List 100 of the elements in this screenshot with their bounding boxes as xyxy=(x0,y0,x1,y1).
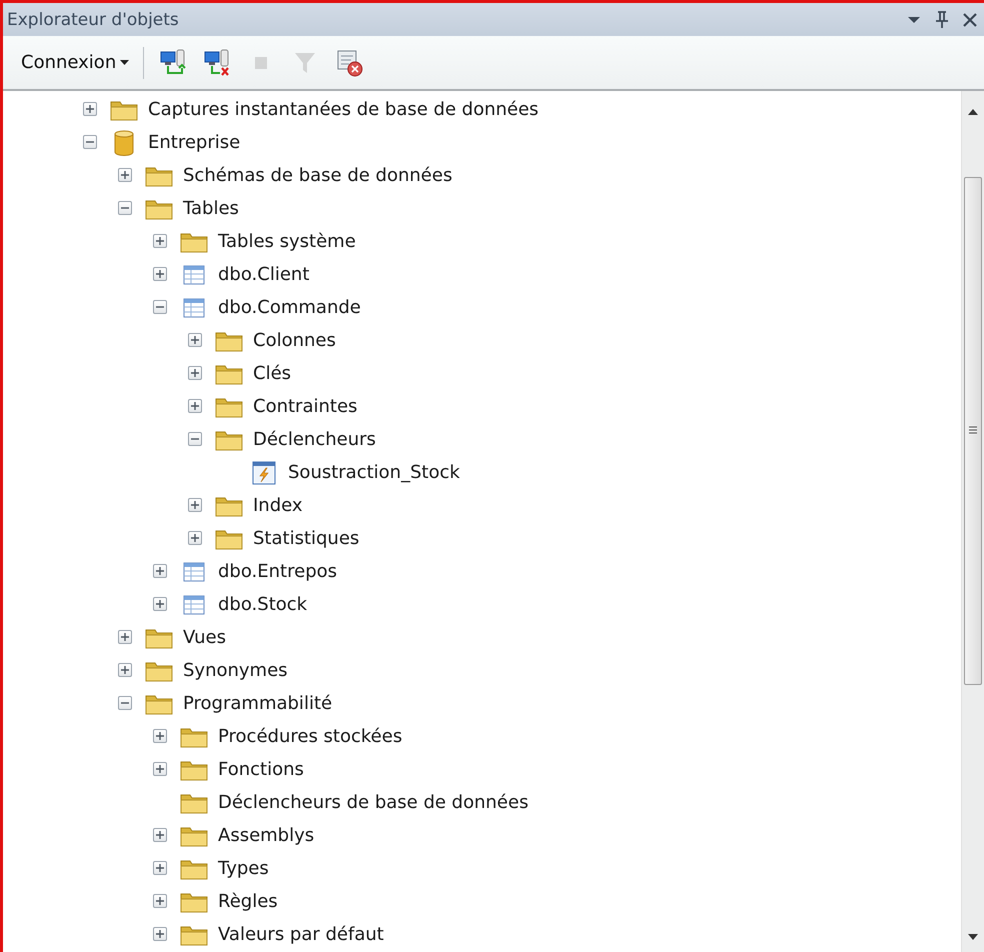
disconnect-icon xyxy=(203,48,232,76)
plus-icon xyxy=(121,666,129,674)
tree-item-label[interactable]: Statistiques xyxy=(250,527,362,550)
plus-icon xyxy=(156,600,164,608)
tree-item-label[interactable]: Synonymes xyxy=(180,659,291,682)
expand-toggle[interactable] xyxy=(153,926,167,940)
tree-item-label[interactable]: Soustraction_Stock xyxy=(285,461,463,484)
table-icon xyxy=(183,264,205,284)
collapse-toggle[interactable] xyxy=(83,134,97,148)
expand-toggle[interactable] xyxy=(118,168,132,182)
collapse-toggle[interactable] xyxy=(118,696,132,710)
expand-toggle[interactable] xyxy=(153,234,167,248)
folder-icon xyxy=(180,230,208,252)
folder-icon xyxy=(215,428,243,450)
caret-icon xyxy=(120,60,130,66)
expand-toggle[interactable] xyxy=(153,860,167,874)
folder-icon xyxy=(145,660,173,682)
collapse-toggle[interactable] xyxy=(188,432,202,446)
tree-item-label[interactable]: dbo.Stock xyxy=(215,593,310,616)
expand-toggle[interactable] xyxy=(153,596,167,610)
tree-item-label[interactable]: Captures instantanées de base de données xyxy=(145,98,542,121)
tree-item-label[interactable]: Déclencheurs xyxy=(250,428,379,451)
expand-toggle[interactable] xyxy=(153,564,167,578)
plus-icon xyxy=(191,368,199,376)
stop-icon xyxy=(254,56,268,70)
tree-item-label[interactable]: Assemblys xyxy=(215,824,318,847)
database-icon xyxy=(114,130,134,156)
connect-icon xyxy=(159,48,188,76)
folder-icon xyxy=(215,330,243,352)
folder-icon xyxy=(180,824,208,846)
folder-icon xyxy=(145,198,173,220)
plus-icon xyxy=(191,402,199,410)
expand-toggle[interactable] xyxy=(188,366,202,380)
folder-icon xyxy=(180,758,208,780)
folder-icon xyxy=(145,164,173,186)
plus-icon xyxy=(121,170,129,178)
folder-icon xyxy=(145,626,173,648)
tree-item-label[interactable]: dbo.Client xyxy=(215,263,312,286)
expand-toggle[interactable] xyxy=(118,662,132,676)
tree-item-label[interactable]: Schémas de base de données xyxy=(180,164,456,187)
expand-toggle[interactable] xyxy=(188,332,202,346)
vertical-scrollbar[interactable] xyxy=(961,91,984,952)
folder-icon xyxy=(215,362,243,384)
expand-toggle[interactable] xyxy=(153,828,167,842)
connect-menu[interactable]: Connexion xyxy=(19,50,132,75)
tree-item-label[interactable]: Procédures stockées xyxy=(215,725,406,748)
folder-icon xyxy=(180,858,208,880)
plus-icon xyxy=(156,864,164,872)
plus-icon xyxy=(156,236,164,244)
close-icon xyxy=(962,12,978,28)
plus-icon xyxy=(156,566,164,574)
tree-item-label[interactable]: Programmabilité xyxy=(180,692,336,715)
folder-icon xyxy=(215,494,243,516)
scrollbar-thumb[interactable] xyxy=(964,177,982,685)
tree-item-label[interactable]: Tables xyxy=(180,197,242,220)
tree-item-label[interactable]: Colonnes xyxy=(250,329,339,352)
tree-item-label[interactable]: Fonctions xyxy=(215,758,307,781)
pin-icon xyxy=(935,10,949,28)
table-icon xyxy=(183,298,205,318)
tree-item-label[interactable]: Déclencheurs de base de données xyxy=(215,791,532,814)
folder-icon xyxy=(180,792,208,814)
folder-icon xyxy=(215,528,243,550)
tree-item-label[interactable]: Valeurs par défaut xyxy=(215,923,387,946)
expand-toggle[interactable] xyxy=(83,102,97,116)
plus-icon xyxy=(156,896,164,904)
expand-toggle[interactable] xyxy=(188,498,202,512)
plus-icon xyxy=(156,732,164,740)
tree-item-label[interactable]: dbo.Commande xyxy=(215,296,364,319)
up-arrow-icon xyxy=(968,109,978,115)
expand-toggle[interactable] xyxy=(153,894,167,908)
tree-item-label[interactable]: Entreprise xyxy=(145,131,244,154)
plus-icon xyxy=(191,336,199,344)
tree-item-label[interactable]: Types xyxy=(215,857,272,880)
expand-toggle[interactable] xyxy=(153,762,167,776)
collapse-toggle[interactable] xyxy=(118,200,132,214)
tree-item-label[interactable]: Vues xyxy=(180,626,229,649)
collapse-toggle[interactable] xyxy=(153,300,167,314)
tree-item-label[interactable]: Tables système xyxy=(215,230,359,253)
tree-item-label[interactable]: Contraintes xyxy=(250,395,360,418)
tree-item-label[interactable]: Clés xyxy=(250,362,294,385)
folder-icon xyxy=(215,396,243,418)
expand-toggle[interactable] xyxy=(118,630,132,644)
plus-icon xyxy=(156,830,164,838)
table-icon xyxy=(183,562,205,582)
plus-icon xyxy=(156,764,164,772)
tree-item-label[interactable]: Index xyxy=(250,494,306,517)
tree-item-label[interactable]: Règles xyxy=(215,890,281,913)
expand-toggle[interactable] xyxy=(153,728,167,742)
filter-icon xyxy=(294,50,316,74)
folder-icon xyxy=(180,890,208,912)
table-icon xyxy=(183,594,205,614)
tree-item-label[interactable]: dbo.Entrepos xyxy=(215,560,340,583)
grip-icon xyxy=(969,426,977,436)
dropdown-icon xyxy=(908,16,920,24)
expand-toggle[interactable] xyxy=(153,266,167,280)
plus-icon xyxy=(156,270,164,278)
folder-icon xyxy=(180,924,208,946)
expand-toggle[interactable] xyxy=(188,398,202,412)
plus-icon xyxy=(86,104,94,112)
expand-toggle[interactable] xyxy=(188,530,202,544)
